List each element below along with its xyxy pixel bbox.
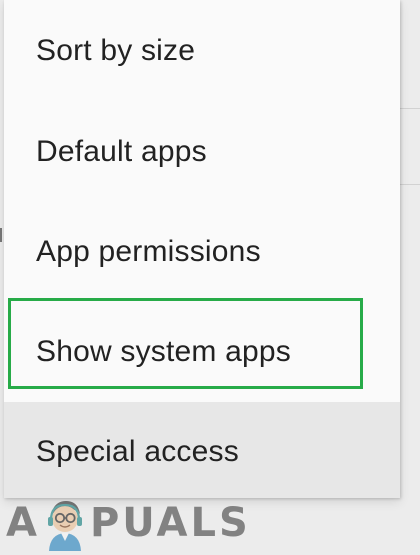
appuals-watermark: A PUALS	[6, 494, 251, 552]
menu-item-show-system-apps[interactable]: Show system apps	[4, 302, 400, 402]
menu-item-default-apps[interactable]: Default apps	[4, 102, 400, 202]
menu-item-label: App permissions	[36, 235, 261, 268]
menu-item-sort-by-size[interactable]: Sort by size	[4, 0, 400, 102]
watermark-suffix: PUALS	[89, 500, 251, 546]
menu-item-label: Default apps	[36, 135, 207, 168]
menu-item-label: Special access	[36, 435, 239, 468]
appuals-mascot-icon	[47, 501, 82, 551]
menu-item-label: Sort by size	[36, 34, 196, 67]
background-fragment	[0, 228, 2, 242]
menu-item-app-permissions[interactable]: App permissions	[4, 202, 400, 302]
overflow-menu: Sort by size Default apps App permission…	[4, 0, 400, 498]
watermark-prefix: A	[6, 500, 40, 546]
menu-item-label: Show system apps	[36, 335, 291, 368]
menu-item-special-access[interactable]: Special access	[4, 402, 400, 498]
screen: Sort by size Default apps App permission…	[0, 0, 420, 555]
